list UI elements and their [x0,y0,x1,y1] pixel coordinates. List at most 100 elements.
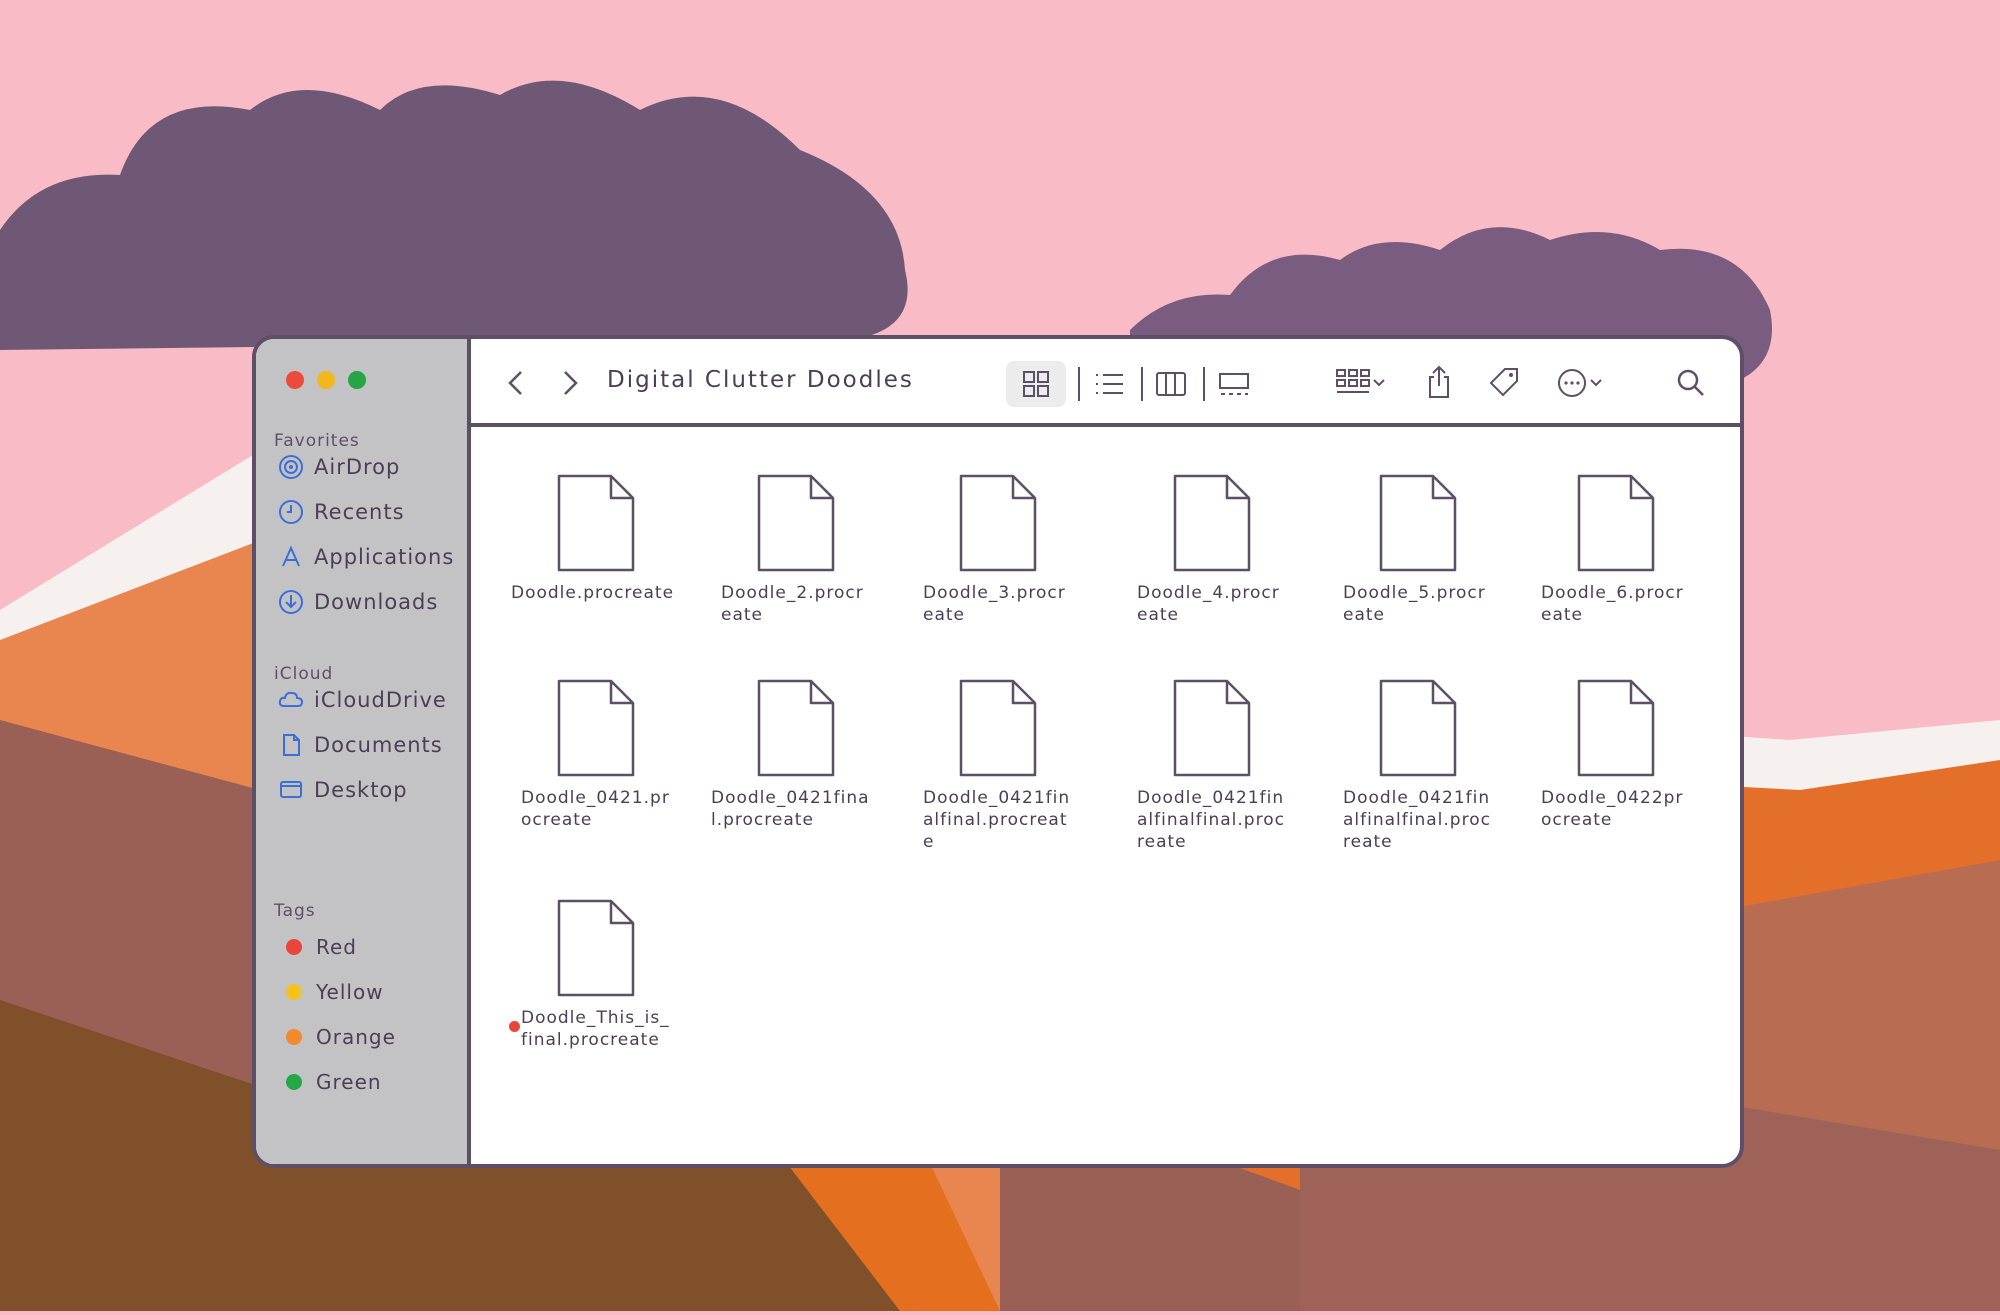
tag-label: Green [316,1070,382,1094]
icon-view-button[interactable] [1006,361,1066,407]
minimize-button[interactable] [317,371,335,389]
toolbar-divider [1203,367,1205,401]
sidebar-tag-orange[interactable]: Orange [286,1025,396,1049]
finder-window: Favorites AirDrop Recents Applications D… [252,335,1744,1168]
window-controls [286,371,366,389]
sidebar-tag-red[interactable]: Red [286,935,357,959]
file-name: Doodle_6.procreate [1541,583,1684,625]
sidebar-item-desktop[interactable]: Desktop [278,777,408,803]
sidebar-tag-green[interactable]: Green [286,1070,382,1094]
airdrop-icon [278,454,304,480]
file-item[interactable]: Doodle_0421finalfinal.procreate [903,677,1093,853]
file-name: Doodle_3.procreate [923,583,1066,625]
back-button[interactable] [499,365,533,401]
file-grid: Doodle.procreate Doodle_2.procreate Dood… [471,427,1740,1164]
group-icon [1336,369,1370,393]
file-name: Doodle_0421finalfinalfinal.procreate [1343,788,1491,852]
applications-icon [278,544,304,570]
close-button[interactable] [286,371,304,389]
tag-button[interactable] [1485,361,1523,403]
document-icon [1577,679,1655,777]
share-button[interactable] [1421,361,1457,403]
file-name: Doodle_4.procreate [1137,583,1280,625]
search-button[interactable] [1671,363,1711,403]
more-actions-button[interactable] [1549,363,1611,403]
file-item[interactable]: Doodle_6.procreate [1521,472,1711,626]
file-item[interactable]: Doodle_0421finalfinalfinal.procreate [1323,677,1513,853]
toolbar: Digital Clutter Doodles [471,339,1740,427]
tag-label: Yellow [316,980,384,1004]
sidebar-item-recents[interactable]: Recents [278,499,405,525]
tag-label: Red [316,935,357,959]
file-name: Doodle_0421finalfinalfinal.procreate [1137,788,1285,852]
zoom-button[interactable] [348,371,366,389]
toolbar-divider [1078,367,1080,401]
column-view-button[interactable] [1151,365,1191,403]
sidebar-item-airdrop[interactable]: AirDrop [278,454,400,480]
chevron-down-icon [1590,379,1602,387]
document-icon [1379,474,1457,572]
file-item[interactable]: Doodle_0421final.procreate [701,677,891,831]
document-icon [1173,474,1251,572]
sidebar-item-icloud-drive[interactable]: iCloudDrive [278,687,447,713]
share-icon [1429,365,1449,398]
grid-icon [1023,371,1049,397]
file-item[interactable]: Doodle_2.procreate [701,472,891,626]
document-icon [959,679,1037,777]
sidebar-tag-yellow[interactable]: Yellow [286,980,384,1004]
search-icon [1677,369,1704,396]
file-item[interactable]: Doodle_5.procreate [1323,472,1513,626]
group-by-button[interactable] [1329,363,1393,403]
tag-label: Orange [316,1025,396,1049]
sidebar-item-documents[interactable]: Documents [278,732,443,758]
file-name: Doodle_5.procreate [1343,583,1486,625]
green-tag-dot [286,1074,302,1090]
file-item[interactable]: Doodle_This_is_final.procreate [501,897,691,1051]
cloud-icon [278,687,304,713]
file-name: Doodle_0421.procreate [521,788,670,830]
chevron-left-icon [508,371,522,395]
toolbar-divider [1141,367,1143,401]
file-name: Doodle.procreate [511,583,675,603]
document-icon [278,732,304,758]
list-view-button[interactable] [1089,365,1129,403]
tags-heading: Tags [274,901,316,921]
file-name: Doodle_0422procreate [1541,788,1684,830]
list-icon [1096,374,1123,394]
icloud-heading: iCloud [274,664,334,684]
sidebar-item-label: Recents [314,500,405,524]
orange-tag-dot [286,1029,302,1045]
sidebar-item-label: AirDrop [314,455,401,479]
sidebar-item-label: iCloudDrive [314,688,447,712]
document-icon [757,679,835,777]
window-title: Digital Clutter Doodles [607,367,914,393]
sidebar-item-label: Applications [314,545,455,569]
sidebar-item-label: Documents [314,733,443,757]
favorites-heading: Favorites [274,431,360,451]
download-icon [278,589,304,615]
file-item[interactable]: Doodle_4.procreate [1117,472,1307,626]
sidebar: Favorites AirDrop Recents Applications D… [256,339,471,1164]
file-name: Doodle_2.procreate [721,583,864,625]
file-item[interactable]: Doodle_0422procreate [1521,677,1711,831]
file-item[interactable]: Doodle_3.procreate [903,472,1093,626]
forward-button[interactable] [553,365,587,401]
document-icon [1577,474,1655,572]
sidebar-item-applications[interactable]: Applications [278,544,454,570]
sidebar-item-downloads[interactable]: Downloads [278,589,438,615]
gallery-view-button[interactable] [1213,365,1255,403]
document-icon [557,474,635,572]
red-tag-dot [509,1021,520,1032]
yellow-tag-dot [286,984,302,1000]
file-item[interactable]: Doodle.procreate [501,472,691,604]
document-icon [959,474,1037,572]
file-item[interactable]: Doodle_0421.procreate [501,677,691,831]
tag-icon [1489,368,1518,397]
ellipsis-circle-icon [1558,369,1586,397]
file-item[interactable]: Doodle_0421finalfinalfinal.procreate [1117,677,1307,853]
chevron-down-icon [1373,379,1385,387]
document-icon [1379,679,1457,777]
clock-icon [278,499,304,525]
red-tag-dot [286,939,302,955]
sidebar-item-label: Desktop [314,778,408,802]
